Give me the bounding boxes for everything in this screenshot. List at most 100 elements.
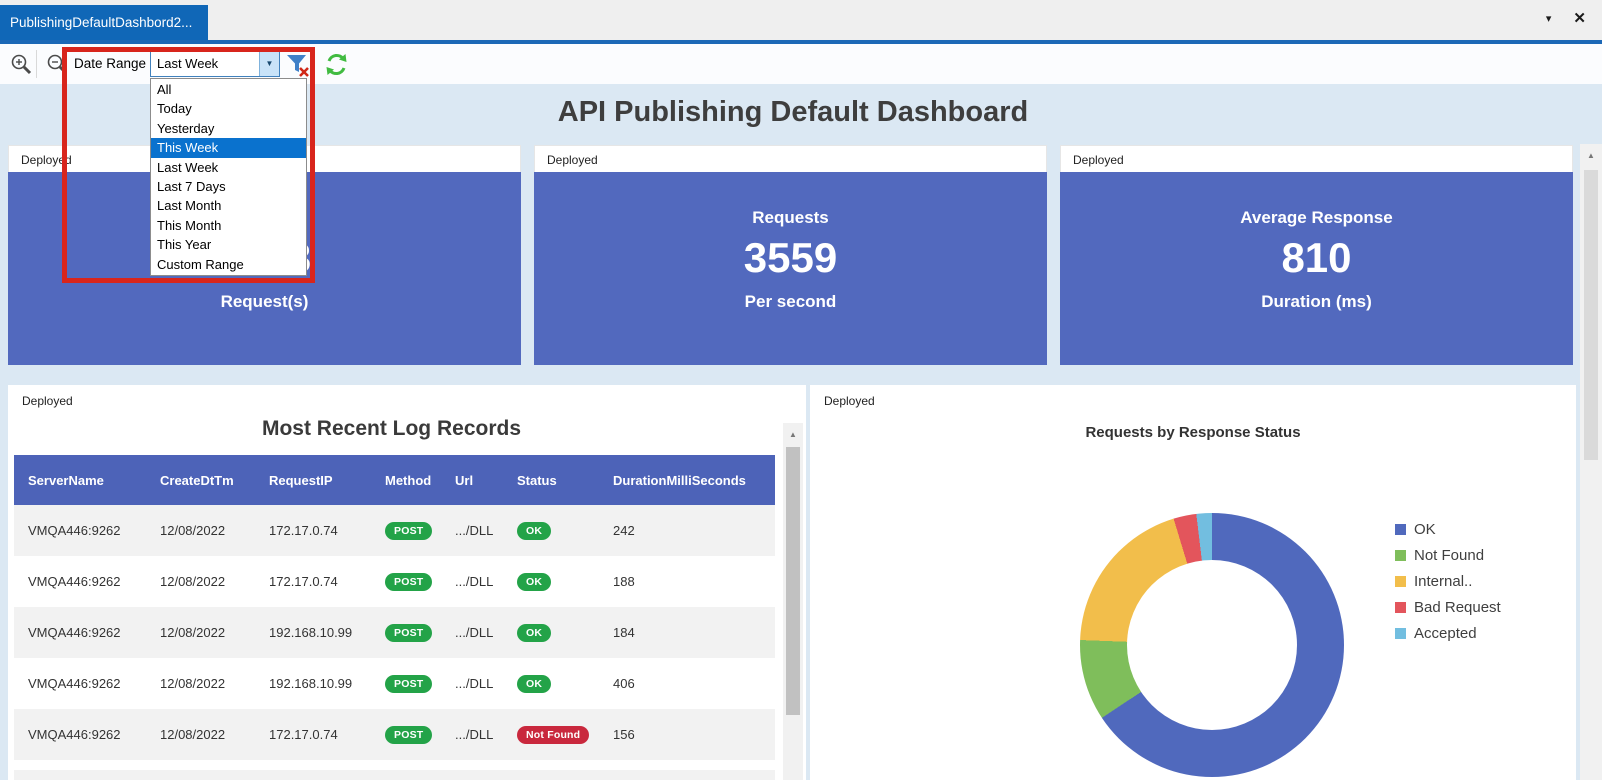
- toolbar-divider: [36, 50, 37, 78]
- chart-title: Requests by Response Status: [810, 424, 1576, 441]
- log-table-title: Most Recent Log Records: [8, 417, 775, 441]
- legend-item[interactable]: Accepted: [1395, 625, 1501, 642]
- cell-request-ip: 172.17.0.74: [269, 727, 385, 742]
- kpi-card-body: Average Response 810 Duration (ms): [1060, 172, 1573, 365]
- legend-swatch: [1395, 550, 1406, 561]
- cell-url: .../DLL: [455, 727, 517, 742]
- window-controls: ▾ ✕: [1546, 9, 1586, 29]
- cell-method: POST: [385, 624, 455, 642]
- column-header: CreateDtTm: [160, 473, 269, 488]
- log-records-panel: Deployed Most Recent Log Records ServerN…: [8, 385, 806, 780]
- cell-duration: 188: [613, 574, 775, 589]
- cell-create-date: 12/08/2022: [160, 727, 269, 742]
- cell-url: .../DLL: [455, 625, 517, 640]
- legend-label: Bad Request: [1414, 599, 1501, 616]
- cell-server-name: VMQA446:9262: [28, 727, 160, 742]
- kpi-subtitle: Duration (ms): [1060, 292, 1573, 312]
- zoom-out-icon[interactable]: [45, 52, 69, 81]
- table-row[interactable]: VMQA446:926212/08/2022192.168.10.99POST.…: [14, 658, 775, 709]
- cell-status: OK: [517, 522, 613, 540]
- table-row[interactable]: VMQA446:926212/08/2022192.168.10.99POST.…: [14, 607, 775, 658]
- cell-method: POST: [385, 573, 455, 591]
- status-badge: OK: [517, 522, 551, 540]
- legend-item[interactable]: Not Found: [1395, 547, 1501, 564]
- cell-server-name: VMQA446:9262: [28, 523, 160, 538]
- cell-url: .../DLL: [455, 676, 517, 691]
- cell-duration: 242: [613, 523, 775, 538]
- dropdown-option[interactable]: Last Month: [151, 196, 306, 215]
- document-tab[interactable]: PublishingDefaultDashbord2...: [0, 5, 208, 40]
- dropdown-option[interactable]: All: [151, 80, 306, 99]
- cell-request-ip: 192.168.10.99: [269, 676, 385, 691]
- panel-label: Deployed: [534, 145, 1047, 172]
- donut-chart[interactable]: [1080, 513, 1344, 777]
- method-badge: POST: [385, 624, 432, 642]
- main-scrollbar-thumb[interactable]: [1584, 170, 1598, 460]
- kpi-card-body: Requests 3559 Per second: [534, 172, 1047, 365]
- table-row[interactable]: VMQA446:926212/08/2022172.17.0.74POST...…: [14, 505, 775, 556]
- cell-url: .../DLL: [455, 523, 517, 538]
- table-scrollbar[interactable]: ▲: [783, 423, 803, 780]
- date-range-label: Date Range: [74, 44, 146, 84]
- kpi-subtitle: Request(s): [8, 292, 521, 312]
- table-scrollbar-thumb[interactable]: [786, 447, 800, 715]
- legend-label: Internal..: [1414, 573, 1472, 590]
- status-badge: OK: [517, 675, 551, 693]
- column-header: Method: [385, 473, 455, 488]
- main-scrollbar[interactable]: ▲: [1580, 144, 1602, 780]
- panel-label: Deployed: [1060, 145, 1573, 172]
- table-row[interactable]: VMQA446:926212/08/2022172.17.0.74POST...…: [14, 709, 775, 760]
- window-title-bar: PublishingDefaultDashbord2... ▾ ✕: [0, 0, 1602, 40]
- status-badge: Not Found: [517, 726, 589, 744]
- scroll-up-icon[interactable]: ▲: [783, 423, 803, 439]
- panel-label: Deployed: [8, 385, 806, 408]
- combobox-dropdown-button[interactable]: ▼: [259, 52, 279, 76]
- scroll-up-icon[interactable]: ▲: [1580, 144, 1602, 160]
- cell-duration: 184: [613, 625, 775, 640]
- legend-item[interactable]: OK: [1395, 521, 1501, 538]
- legend-label: OK: [1414, 521, 1436, 538]
- status-badge: OK: [517, 624, 551, 642]
- kpi-value: 3559: [534, 236, 1047, 280]
- refresh-icon[interactable]: [324, 52, 349, 82]
- method-badge: POST: [385, 675, 432, 693]
- legend-item[interactable]: Internal..: [1395, 573, 1501, 590]
- cell-request-ip: 172.17.0.74: [269, 523, 385, 538]
- cell-status: Not Found: [517, 726, 613, 744]
- legend-item[interactable]: Bad Request: [1395, 599, 1501, 616]
- date-range-dropdown-list: AllTodayYesterdayThis WeekLast WeekLast …: [150, 78, 307, 276]
- method-badge: POST: [385, 726, 432, 744]
- dropdown-option[interactable]: This Week: [151, 138, 306, 157]
- dropdown-option[interactable]: Yesterday: [151, 119, 306, 138]
- dropdown-option[interactable]: Today: [151, 99, 306, 118]
- dropdown-option[interactable]: This Year: [151, 235, 306, 254]
- cell-url: .../DLL: [455, 574, 517, 589]
- close-icon[interactable]: ✕: [1573, 9, 1586, 29]
- kpi-card-average-response: Deployed Average Response 810 Duration (…: [1060, 145, 1573, 365]
- chevron-down-icon[interactable]: ▾: [1546, 9, 1552, 29]
- cell-method: POST: [385, 675, 455, 693]
- cell-request-ip: 172.17.0.74: [269, 574, 385, 589]
- kpi-card-requests-per-second: Deployed Requests 3559 Per second: [534, 145, 1047, 365]
- status-badge: OK: [517, 573, 551, 591]
- dropdown-option[interactable]: Last Week: [151, 158, 306, 177]
- dropdown-option[interactable]: Custom Range: [151, 255, 306, 274]
- cell-server-name: VMQA446:9262: [28, 676, 160, 691]
- column-header: ServerName: [28, 473, 160, 488]
- legend-swatch: [1395, 576, 1406, 587]
- method-badge: POST: [385, 522, 432, 540]
- cell-duration: 156: [613, 727, 775, 742]
- date-range-combobox[interactable]: Last Week ▼: [150, 51, 280, 77]
- zoom-in-icon[interactable]: [9, 52, 33, 81]
- column-header: RequestIP: [269, 473, 385, 488]
- cell-create-date: 12/08/2022: [160, 523, 269, 538]
- method-badge: POST: [385, 573, 432, 591]
- chart-legend: OK Not Found Internal.. Bad Request Accepted: [1395, 521, 1501, 642]
- cell-method: POST: [385, 522, 455, 540]
- legend-label: Not Found: [1414, 547, 1484, 564]
- dropdown-option[interactable]: Last 7 Days: [151, 177, 306, 196]
- table-row[interactable]: VMQA446:926212/08/2022172.17.0.74POST...…: [14, 556, 775, 607]
- cell-server-name: VMQA446:9262: [28, 625, 160, 640]
- response-status-chart-panel: Deployed Requests by Response Status OKN…: [810, 385, 1576, 780]
- dropdown-option[interactable]: This Month: [151, 216, 306, 235]
